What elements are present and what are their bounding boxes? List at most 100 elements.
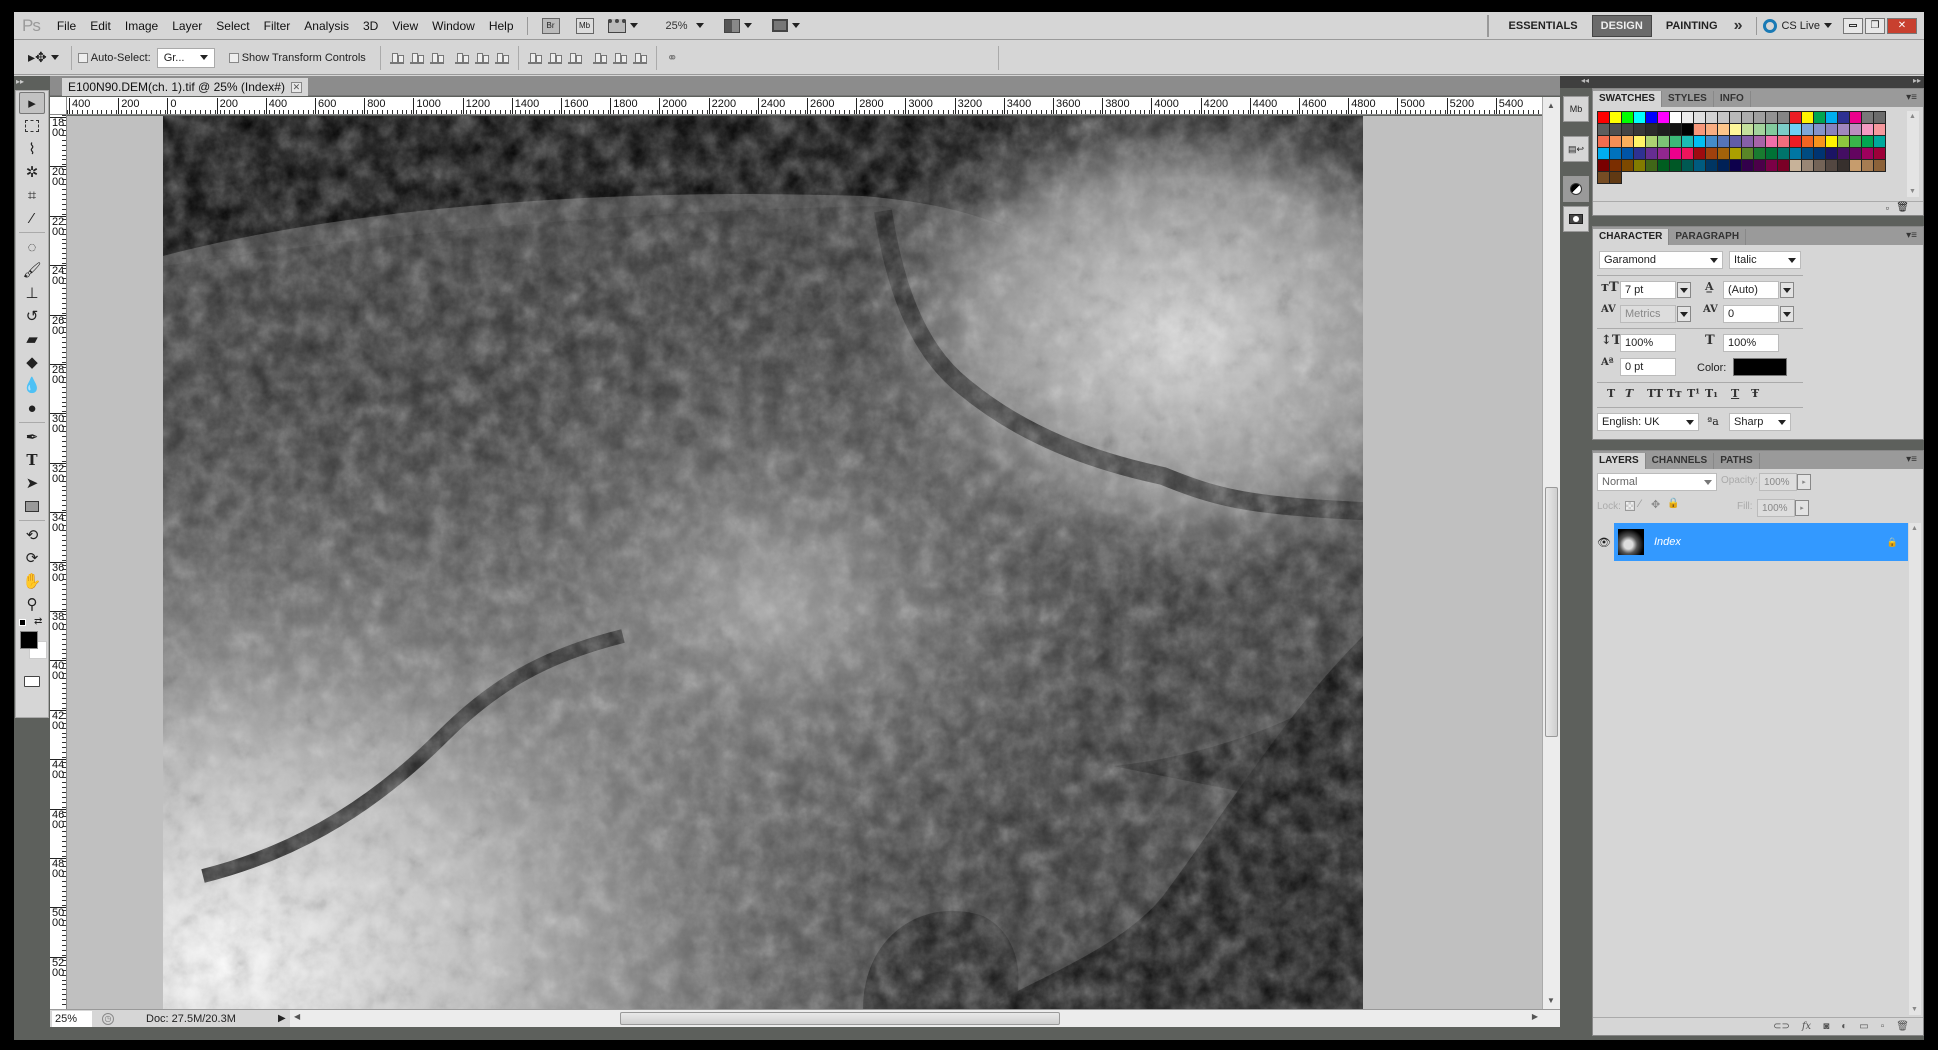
swatch[interactable] xyxy=(1598,136,1610,148)
menu-analysis[interactable]: Analysis xyxy=(297,19,356,33)
swatch[interactable] xyxy=(1634,136,1646,148)
more-workspaces-button[interactable]: » xyxy=(1734,17,1743,35)
swatch[interactable] xyxy=(1598,124,1610,136)
menu-edit[interactable]: Edit xyxy=(83,19,118,33)
cs-live-button[interactable]: CS Live xyxy=(1763,18,1832,33)
zoom-level-dropdown[interactable]: 25% xyxy=(666,20,704,32)
bridge-button[interactable]: Br xyxy=(541,17,560,34)
swatch[interactable] xyxy=(1622,148,1634,160)
menu-help[interactable]: Help xyxy=(482,19,521,33)
move-tool[interactable]: ▸ xyxy=(19,92,45,114)
swatch[interactable] xyxy=(1646,148,1658,160)
3d-orbit-tool[interactable]: ⟳ xyxy=(19,547,45,569)
swatch[interactable] xyxy=(1790,136,1802,148)
distribute-horizontal-centers-button[interactable] xyxy=(612,52,627,64)
kerning-field[interactable]: Metrics xyxy=(1620,305,1676,323)
all-caps-button[interactable]: TT xyxy=(1647,387,1667,400)
strikethrough-button[interactable]: Ŧ xyxy=(1751,387,1769,400)
swatch[interactable] xyxy=(1730,148,1742,160)
swatch[interactable] xyxy=(1850,112,1862,124)
swatch[interactable] xyxy=(1598,160,1610,172)
swatch[interactable] xyxy=(1766,124,1778,136)
swatch[interactable] xyxy=(1634,124,1646,136)
lock-all-icon[interactable]: 🔒 xyxy=(1667,498,1679,509)
swatch[interactable] xyxy=(1634,112,1646,124)
swatch[interactable] xyxy=(1622,160,1634,172)
swatch[interactable] xyxy=(1826,160,1838,172)
link-layers-icon[interactable]: ⊂⊃ xyxy=(1773,1021,1790,1032)
restore-button[interactable]: ❐ xyxy=(1865,17,1885,34)
swatch[interactable] xyxy=(1790,124,1802,136)
swatch[interactable] xyxy=(1838,136,1850,148)
document-tab[interactable]: E100N90.DEM(ch. 1).tif @ 25% (Index#) ✕ xyxy=(62,78,308,96)
underline-button[interactable]: T xyxy=(1731,387,1751,400)
faux-bold-button[interactable]: T xyxy=(1607,387,1625,400)
layer-mask-icon[interactable]: ◙ xyxy=(1823,1021,1829,1032)
opacity-slider-button[interactable]: ▸ xyxy=(1797,474,1811,490)
swatch[interactable] xyxy=(1694,112,1706,124)
distribute-top-button[interactable] xyxy=(527,52,542,64)
lock-position-icon[interactable]: ✥ xyxy=(1651,498,1660,511)
swatch[interactable] xyxy=(1778,148,1790,160)
swatch[interactable] xyxy=(1850,148,1862,160)
swatch[interactable] xyxy=(1670,136,1682,148)
font-style-dropdown[interactable]: Italic xyxy=(1729,251,1801,269)
opacity-field[interactable]: 100% xyxy=(1759,473,1797,491)
swatch[interactable] xyxy=(1814,148,1826,160)
delete-swatch-icon[interactable]: 🗑 xyxy=(1896,202,1909,213)
align-bottom-edges-button[interactable] xyxy=(429,52,444,64)
swatch[interactable] xyxy=(1742,112,1754,124)
horizontal-scale-field[interactable]: 100% xyxy=(1723,334,1779,352)
swatch[interactable] xyxy=(1862,112,1874,124)
quick-mask-button[interactable] xyxy=(19,670,45,692)
scroll-up-arrow[interactable]: ▲ xyxy=(1911,525,1918,532)
swatch[interactable] xyxy=(1874,112,1886,124)
default-colors-icon[interactable] xyxy=(19,619,26,626)
swatches-scrollbar[interactable]: ▲ ▼ xyxy=(1907,111,1919,197)
vertical-ruler[interactable]: 1800 2000 2200 2400 2600 2800 3000 3200 3400 3600… xyxy=(50,115,67,1009)
scroll-up-arrow[interactable]: ▲ xyxy=(1547,101,1555,110)
scroll-left-arrow[interactable]: ◀ xyxy=(294,1012,300,1021)
paint-bucket-tool[interactable]: ◆ xyxy=(19,351,45,373)
mini-bridge-button[interactable]: Mb xyxy=(575,17,594,34)
arrange-documents-button[interactable] xyxy=(723,18,752,33)
swatch[interactable] xyxy=(1610,160,1622,172)
lock-transparent-icon[interactable] xyxy=(1625,501,1635,511)
swatch[interactable] xyxy=(1766,112,1778,124)
scroll-down-arrow[interactable]: ▼ xyxy=(1911,1006,1918,1013)
hand-tool[interactable]: ✋ xyxy=(19,570,45,592)
swatch[interactable] xyxy=(1622,112,1634,124)
swatch[interactable] xyxy=(1802,136,1814,148)
align-horizontal-centers-button[interactable] xyxy=(474,52,489,64)
dodge-tool[interactable]: ● xyxy=(19,397,45,419)
swatch[interactable] xyxy=(1598,148,1610,160)
menu-view[interactable]: View xyxy=(385,19,425,33)
dock-collapse-button[interactable]: ◂◂ xyxy=(1560,76,1592,88)
workspace-essentials[interactable]: ESSENTIALS xyxy=(1501,16,1586,36)
workspace-design[interactable]: DESIGN xyxy=(1591,14,1652,37)
scroll-right-arrow[interactable]: ▶ xyxy=(1532,1012,1538,1021)
swatch[interactable] xyxy=(1802,124,1814,136)
superscript-button[interactable]: T¹ xyxy=(1687,387,1705,400)
swatch[interactable] xyxy=(1694,136,1706,148)
swatch[interactable] xyxy=(1862,160,1874,172)
marquee-tool[interactable] xyxy=(19,115,45,137)
eyedropper-tool[interactable]: ⁄ xyxy=(19,207,45,229)
swatch[interactable] xyxy=(1670,112,1682,124)
swatch[interactable] xyxy=(1718,136,1730,148)
swatch[interactable] xyxy=(1838,148,1850,160)
swatch[interactable] xyxy=(1742,124,1754,136)
swatch[interactable] xyxy=(1634,148,1646,160)
ruler-origin[interactable] xyxy=(50,97,67,115)
dock-mini-bridge[interactable]: Mb xyxy=(1563,96,1589,122)
vertical-scroll-thumb[interactable] xyxy=(1545,487,1558,737)
horizontal-scroll-thumb[interactable] xyxy=(620,1012,1060,1025)
swatch[interactable] xyxy=(1754,112,1766,124)
font-size-field[interactable]: 7 pt xyxy=(1620,281,1676,299)
swatch[interactable] xyxy=(1706,112,1718,124)
lasso-tool[interactable]: ⌇ xyxy=(19,138,45,160)
swatch[interactable] xyxy=(1682,160,1694,172)
swatch[interactable] xyxy=(1862,124,1874,136)
tab-info[interactable]: INFO xyxy=(1714,91,1751,107)
swatch[interactable] xyxy=(1742,148,1754,160)
